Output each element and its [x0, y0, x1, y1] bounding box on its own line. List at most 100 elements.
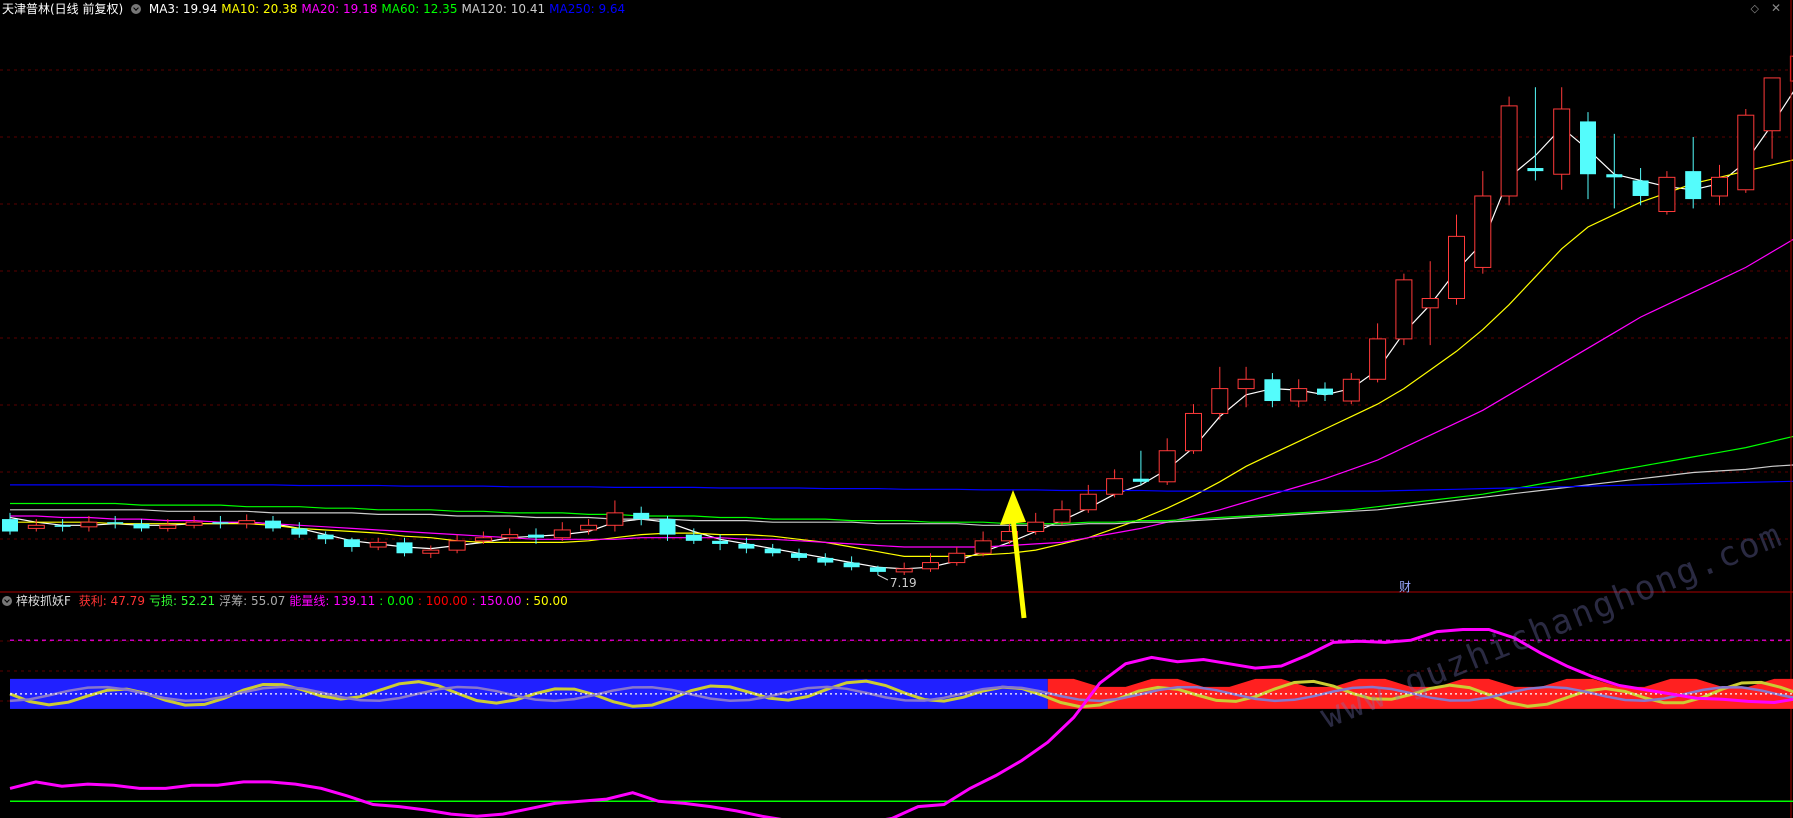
ma-legend-item-label: MA20:	[301, 2, 344, 16]
indicator-legend-item-value: 55.07	[251, 594, 286, 608]
candle	[738, 537, 755, 554]
candle-body-up	[1711, 176, 1728, 197]
price-grid	[0, 69, 1790, 540]
candle-body-down	[791, 553, 807, 558]
candle-body-up	[238, 520, 256, 525]
ma-legend-item-value: 19.94	[182, 2, 218, 16]
ma-line-ma10	[10, 159, 1793, 558]
candle-body-up	[501, 534, 519, 539]
candle	[185, 515, 203, 529]
indicator-name[interactable]: 梓桉抓妖F	[16, 594, 71, 608]
ma-legend-item-value: 12.35	[423, 2, 458, 16]
indicator-legend-item-label: :	[379, 594, 388, 608]
candle	[238, 514, 256, 529]
indicator-legend-item-6: : 150.00	[472, 594, 522, 608]
main-header: 天津普林(日线 前复权) MA3: 19.94 MA10: 20.38 MA20: …	[2, 1, 633, 17]
indicator-legend-item-label: :	[417, 594, 426, 608]
candle	[1421, 261, 1439, 346]
candle-body-down	[528, 534, 544, 538]
indicator-legend-item-value: 139.11	[333, 594, 376, 608]
indicator-legend-item-value: 50.00	[533, 594, 568, 608]
indicator-legend-item-label: 获利:	[78, 594, 111, 608]
candle	[1132, 450, 1149, 485]
candle-body-down	[1606, 174, 1623, 178]
candle-body-up	[1553, 108, 1571, 175]
indicator-legend-item-0: 获利: 47.79	[79, 594, 145, 608]
candle	[343, 537, 360, 552]
candle	[1106, 469, 1124, 498]
candle-body-down	[1527, 168, 1544, 172]
candle-body-up	[1079, 493, 1097, 511]
candle	[1474, 171, 1492, 274]
ma-line-ma250	[10, 480, 1793, 492]
candle-body-down	[1632, 180, 1649, 196]
candle-body-up	[553, 529, 571, 539]
candle-body-down	[1685, 171, 1702, 200]
ma-line-ma120	[10, 464, 1793, 526]
stock-title[interactable]: 天津普林(日线 前复权)	[2, 2, 123, 16]
candle	[1606, 133, 1623, 209]
ma-legend-item-value: 10.41	[510, 2, 546, 16]
candle-body-up	[1237, 378, 1255, 390]
candle	[396, 537, 413, 557]
candle	[1658, 171, 1676, 215]
candle	[1395, 273, 1413, 346]
candle-body-down	[685, 534, 702, 541]
candle	[1500, 96, 1518, 206]
indicator-legend-item-value: 150.00	[479, 594, 522, 608]
indicator-legend-item-5: : 100.00	[418, 594, 468, 608]
candle-body-down	[633, 512, 650, 520]
candle	[633, 506, 650, 526]
candle	[659, 515, 676, 541]
ma-legend-item-1: MA10: 20.38	[221, 2, 297, 16]
candle-body-down	[317, 534, 334, 540]
candle	[1342, 373, 1360, 405]
indicator-legend-item-2: 浮筹: 55.07	[219, 594, 285, 608]
ma-legend-item-label: MA120:	[461, 2, 511, 16]
candle-body-down	[265, 520, 281, 529]
stock-chart[interactable]: 23.507.19	[0, 0, 1793, 818]
indicator-legend-item-7: : 50.00	[526, 594, 568, 608]
candle-body-up	[159, 524, 177, 529]
candle-body-up	[1737, 114, 1755, 191]
indicator-legend-item-4: : 0.00	[379, 594, 414, 608]
indicator-legend-item-value: 100.00	[425, 594, 468, 608]
candle-body-down	[817, 557, 834, 563]
candle-body-up	[1763, 77, 1781, 132]
candle-body-down	[291, 528, 308, 535]
candle	[1685, 136, 1702, 209]
indicator-legend-item-label: 能量线:	[289, 594, 334, 608]
indicator-legend-item-value: 47.79	[110, 594, 145, 608]
indicator-legend-item-3: 能量线: 139.11	[289, 594, 375, 608]
candle-body-down	[133, 523, 150, 529]
candle-body-up	[1421, 298, 1439, 309]
close-icon[interactable]: ✕	[1771, 1, 1781, 15]
ma-legend: MA3: 19.94 MA10: 20.38 MA20: 19.18 MA60: 12…	[149, 2, 629, 16]
candle-body-down	[1132, 478, 1149, 482]
ma-legend-item-label: MA60:	[381, 2, 424, 16]
candle	[1448, 214, 1465, 305]
candle	[1553, 87, 1571, 190]
chevron-circle-icon[interactable]	[2, 596, 12, 606]
candle-body-up	[1448, 235, 1465, 300]
diamond-icon[interactable]: ◇	[1751, 2, 1759, 15]
ma-line-ma3	[9, 91, 1793, 570]
candle-body-up	[1106, 478, 1124, 495]
chevron-circle-icon[interactable]	[131, 4, 142, 14]
ma-legend-item-4: MA120: 10.41	[461, 2, 545, 16]
candle-body-up	[1395, 279, 1413, 340]
indicator-legend-item-label: 亏损:	[148, 594, 181, 608]
candle-body-down	[212, 522, 229, 524]
indicator-legend-item-label: 浮筹:	[219, 594, 252, 608]
ma-legend-item-value: 20.38	[262, 2, 298, 16]
candle	[1711, 164, 1728, 206]
candle-body-down	[396, 542, 413, 554]
ma-legend-item-value: 19.18	[343, 2, 378, 16]
ma-legend-item-5: MA250: 9.64	[549, 2, 625, 16]
candle	[1737, 108, 1755, 193]
finance-marker[interactable]: 财	[1399, 578, 1411, 595]
indicator-legend: 获利: 47.79 亏损: 52.21 浮筹: 55.07 能量线: 139.11: …	[79, 594, 572, 608]
candle-body-up	[1211, 388, 1229, 414]
indicator-legend-item-value: 52.21	[180, 594, 216, 608]
candle	[791, 548, 807, 562]
